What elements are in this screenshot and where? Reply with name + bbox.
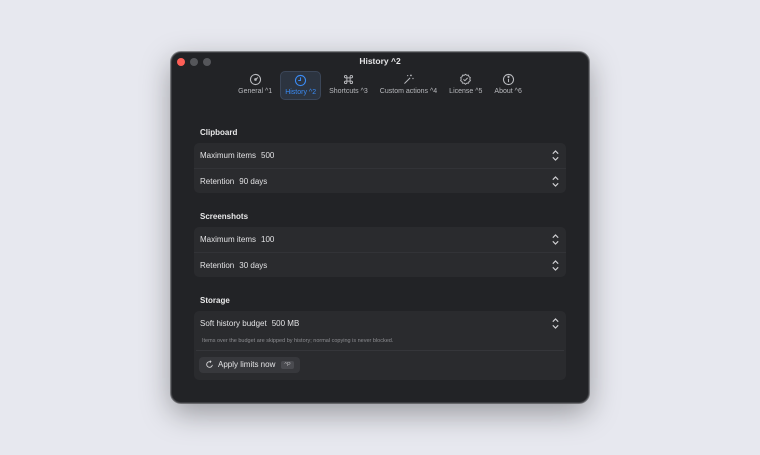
screenshots-retention-stepper[interactable] — [550, 258, 560, 272]
storage-budget-value[interactable]: 500 MB — [272, 319, 300, 328]
screenshots-max-items-field: Maximum items 100 — [200, 235, 274, 244]
storage-budget-row[interactable]: Soft history budget 500 MB — [194, 311, 566, 336]
chevron-up-down-icon — [551, 259, 559, 271]
tab-label: License ^5 — [449, 88, 483, 95]
screenshots-max-items-value[interactable]: 100 — [261, 235, 274, 244]
tab-label: About ^6 — [494, 88, 522, 95]
screenshots-retention-value[interactable]: 30 days — [239, 261, 267, 270]
screenshots-retention-row[interactable]: Retention 30 days — [194, 252, 566, 277]
tab-label: Custom actions ^4 — [379, 88, 438, 95]
screenshots-settings-group: Maximum items 100 Retention 30 days — [194, 227, 566, 277]
storage-budget-field: Soft history budget 500 MB — [200, 319, 299, 328]
clipboard-retention-value[interactable]: 90 days — [239, 177, 267, 186]
gauge-icon — [249, 73, 261, 86]
settings-window: History ^2 General ^1 History ^2 Shortcu… — [171, 52, 589, 403]
apply-row: Apply limits now ^P — [194, 351, 566, 380]
storage-budget-stepper[interactable] — [550, 317, 560, 331]
settings-tabs: General ^1 History ^2 Shortcuts ^3 Custo… — [172, 71, 588, 100]
screenshots-max-items-label: Maximum items — [200, 235, 257, 244]
apply-limits-label: Apply limits now — [218, 360, 276, 369]
screenshots-section-title: Screenshots — [200, 212, 249, 221]
tab-label: General ^1 — [238, 88, 273, 95]
window-title: History ^2 — [359, 56, 401, 66]
seal-check-icon — [460, 73, 472, 85]
tab-shortcuts[interactable]: Shortcuts ^3 — [325, 71, 372, 100]
info-icon — [502, 73, 514, 86]
clipboard-retention-label: Retention — [200, 176, 235, 186]
tab-about[interactable]: About ^6 — [490, 71, 525, 100]
screenshots-max-items-stepper[interactable] — [550, 233, 560, 247]
clipboard-max-items-row[interactable]: Maximum items 500 — [194, 143, 566, 168]
screenshots-retention-field: Retention 30 days — [200, 261, 267, 270]
screenshots-retention-label: Retention — [200, 260, 235, 270]
chevron-up-down-icon — [551, 175, 559, 187]
tab-license[interactable]: License ^5 — [445, 71, 486, 100]
clipboard-retention-stepper[interactable] — [550, 174, 560, 188]
storage-section-title: Storage — [200, 296, 230, 305]
screenshots-max-items-row[interactable]: Maximum items 100 — [194, 227, 566, 252]
storage-budget-label: Soft history budget — [200, 319, 267, 328]
apply-limits-button[interactable]: Apply limits now ^P — [199, 356, 300, 373]
command-icon — [343, 74, 353, 85]
storage-budget-note: Items over the budget are skipped by his… — [196, 336, 564, 351]
tab-history[interactable]: History ^2 — [280, 71, 322, 100]
clipboard-retention-field: Retention 90 days — [200, 177, 267, 186]
tab-label: Shortcuts ^3 — [329, 88, 368, 95]
chevron-up-down-icon — [551, 318, 559, 329]
chevron-up-down-icon — [551, 234, 559, 245]
chevron-up-down-icon — [551, 150, 559, 161]
clipboard-max-items-value[interactable]: 500 — [261, 151, 274, 160]
clipboard-section-title: Clipboard — [200, 128, 238, 137]
clipboard-settings-group: Maximum items 500 Retention 90 days — [194, 143, 566, 193]
clipboard-max-items-field: Maximum items 500 — [200, 151, 274, 160]
refresh-icon — [206, 360, 213, 368]
clipboard-max-items-label: Maximum items — [200, 151, 257, 160]
magic-wand-icon — [404, 74, 414, 84]
tab-custom-actions[interactable]: Custom actions ^4 — [376, 71, 441, 100]
tab-general[interactable]: General ^1 — [234, 71, 276, 100]
apply-limits-shortcut: ^P — [281, 360, 294, 369]
clipboard-max-items-stepper[interactable] — [550, 149, 560, 163]
clipboard-retention-row[interactable]: Retention 90 days — [194, 168, 566, 193]
clock-icon — [295, 74, 307, 87]
storage-settings-group: Soft history budget 500 MB Items over the… — [194, 311, 566, 380]
tab-label: History ^2 — [285, 89, 317, 96]
